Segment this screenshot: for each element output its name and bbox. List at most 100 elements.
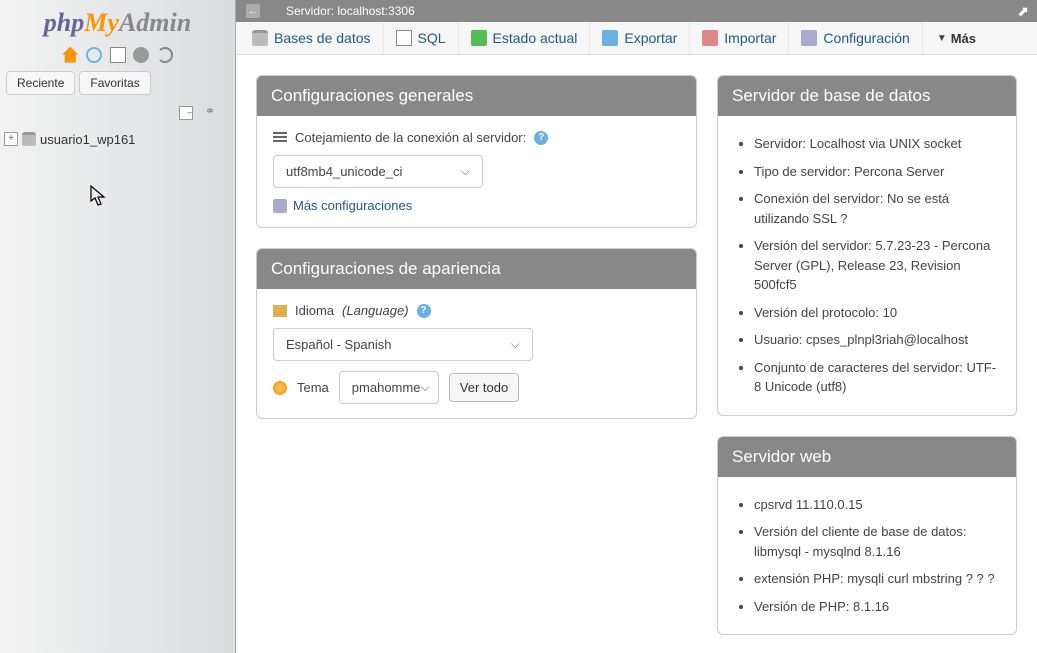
scroll-top-icon[interactable]: ⬈	[1017, 3, 1029, 20]
reload-icon[interactable]	[157, 47, 173, 63]
list-item: Versión del cliente de base de datos: li…	[754, 518, 1000, 565]
logo[interactable]: phpMyAdmin	[0, 0, 235, 42]
more-settings-link[interactable]: Más configuraciones	[273, 198, 680, 213]
logo-part-my: My	[84, 8, 119, 37]
help-icon[interactable]: ?	[987, 571, 994, 586]
server-icon	[266, 5, 280, 17]
logout-icon[interactable]	[86, 47, 102, 63]
list-item: Conexión del servidor: No se está utiliz…	[754, 185, 1000, 232]
panel-header: Servidor web	[718, 437, 1016, 477]
menu-import-label: Importar	[724, 30, 776, 46]
menu-settings[interactable]: Configuración	[789, 22, 922, 54]
sidebar-tabs: Reciente Favoritas	[0, 67, 235, 99]
help-icon[interactable]: ?	[840, 211, 847, 226]
sidebar-collapse-icons: – ⚭	[0, 99, 235, 124]
chevron-down-icon: ⌵	[511, 337, 520, 352]
status-icon	[471, 30, 487, 46]
language-select[interactable]: Español - Spanish ⌵	[273, 328, 533, 361]
content: Configuraciones generales Cotejamiento d…	[236, 55, 1037, 653]
collation-row: Cotejamiento de la conexión al servidor:…	[273, 130, 680, 145]
menu-export-label: Exportar	[624, 30, 677, 46]
web-server-list: cpsrvd 11.110.0.15 Versión del cliente d…	[734, 491, 1000, 621]
nav-settings-icon[interactable]	[133, 47, 149, 63]
panel-header: Configuraciones de apariencia	[257, 249, 696, 289]
menu-import[interactable]: Importar	[690, 22, 789, 54]
list-item: cpsrvd 11.110.0.15	[754, 491, 1000, 519]
panel-db-server: Servidor de base de datos Servidor: Loca…	[717, 75, 1017, 416]
collapse-sidebar-button[interactable]: ←	[246, 4, 260, 18]
list-item: Versión del protocolo: 10	[754, 299, 1000, 327]
content-right-column: Servidor de base de datos Servidor: Loca…	[717, 75, 1017, 653]
list-item: extensión PHP: mysqli curl mbstring ? ? …	[754, 565, 1000, 593]
main-area: ← Servidor: localhost:3306 ⬈ Bases de da…	[236, 0, 1037, 653]
db-tree-item[interactable]: + usuario1_wp161	[4, 130, 231, 149]
help-icon[interactable]: ?	[534, 131, 548, 145]
list-item: Versión de PHP: 8.1.16	[754, 593, 1000, 621]
theme-label: Tema	[297, 380, 329, 395]
theme-select[interactable]: pmahomme ⌵	[339, 371, 439, 404]
theme-row: Tema pmahomme ⌵ Ver todo	[273, 371, 680, 404]
menu-status-label: Estado actual	[493, 30, 578, 46]
list-item: Conjunto de caracteres del servidor: UTF…	[754, 354, 1000, 401]
server-breadcrumb[interactable]: Servidor: localhost:3306	[286, 4, 415, 18]
topbar: ← Servidor: localhost:3306 ⬈	[236, 0, 1037, 22]
collapse-all-icon[interactable]: –	[179, 106, 193, 120]
menu-sql-label: SQL	[418, 30, 446, 46]
language-label: Idioma	[295, 303, 334, 318]
language-row: Idioma (Language) ?	[273, 303, 680, 318]
databases-icon	[252, 30, 268, 46]
language-hint: (Language)	[342, 303, 409, 318]
view-all-themes-button[interactable]: Ver todo	[449, 373, 519, 402]
import-icon	[702, 30, 718, 46]
menu-more-label: Más	[951, 31, 976, 46]
db-name: usuario1_wp161	[40, 132, 135, 147]
tab-favorites[interactable]: Favoritas	[79, 71, 150, 95]
more-settings-label: Más configuraciones	[293, 198, 412, 213]
sql-icon	[396, 30, 412, 46]
settings-icon	[801, 30, 817, 46]
list-item: Usuario: cpses_plnpl3riah@localhost	[754, 326, 1000, 354]
menu-databases[interactable]: Bases de datos	[240, 22, 384, 54]
mouse-cursor	[90, 185, 108, 212]
list-item: Versión del servidor: 5.7.23-23 - Percon…	[754, 232, 1000, 299]
theme-icon	[273, 381, 287, 395]
panel-web-server: Servidor web cpsrvd 11.110.0.15 Versión …	[717, 436, 1017, 636]
db-server-list: Servidor: Localhost via UNIX socket Tipo…	[734, 130, 1000, 401]
sidebar: phpMyAdmin Reciente Favoritas – ⚭ + usua…	[0, 0, 236, 653]
help-icon[interactable]: ?	[417, 304, 431, 318]
logo-part-admin: Admin	[119, 8, 191, 37]
collation-icon	[273, 132, 287, 144]
link-icon[interactable]: ⚭	[201, 104, 215, 118]
panel-appearance-settings: Configuraciones de apariencia Idioma (La…	[256, 248, 697, 419]
panel-header: Servidor de base de datos	[718, 76, 1016, 116]
expand-icon[interactable]: +	[4, 132, 18, 146]
panel-general-settings: Configuraciones generales Cotejamiento d…	[256, 75, 697, 228]
menu-status[interactable]: Estado actual	[459, 22, 591, 54]
content-left-column: Configuraciones generales Cotejamiento d…	[256, 75, 697, 419]
language-value: Español - Spanish	[286, 337, 392, 352]
sidebar-quick-icons	[0, 42, 235, 67]
menubar: Bases de datos SQL Estado actual Exporta…	[236, 22, 1037, 55]
list-item: Tipo de servidor: Percona Server	[754, 158, 1000, 186]
menu-databases-label: Bases de datos	[274, 30, 371, 46]
menu-sql[interactable]: SQL	[384, 22, 459, 54]
menu-more[interactable]: ▼ Más	[925, 23, 988, 54]
chevron-down-icon: ⌵	[461, 164, 470, 179]
menu-settings-label: Configuración	[823, 30, 909, 46]
docs-icon[interactable]	[110, 47, 126, 63]
home-icon[interactable]	[62, 47, 78, 63]
menu-export[interactable]: Exportar	[590, 22, 690, 54]
collation-select[interactable]: utf8mb4_unicode_ci ⌵	[273, 155, 483, 188]
help-icon[interactable]: ?	[977, 571, 984, 586]
db-tree: + usuario1_wp161	[0, 124, 235, 155]
tab-recent[interactable]: Reciente	[6, 71, 75, 95]
wrench-icon	[273, 199, 287, 213]
list-item: Servidor: Localhost via UNIX socket	[754, 130, 1000, 158]
theme-value: pmahomme	[352, 380, 421, 395]
help-icon[interactable]: ?	[966, 571, 973, 586]
collation-value: utf8mb4_unicode_ci	[286, 164, 402, 179]
collation-label: Cotejamiento de la conexión al servidor:	[295, 130, 526, 145]
logo-part-php: php	[44, 8, 84, 37]
database-icon	[22, 132, 36, 146]
export-icon	[602, 30, 618, 46]
